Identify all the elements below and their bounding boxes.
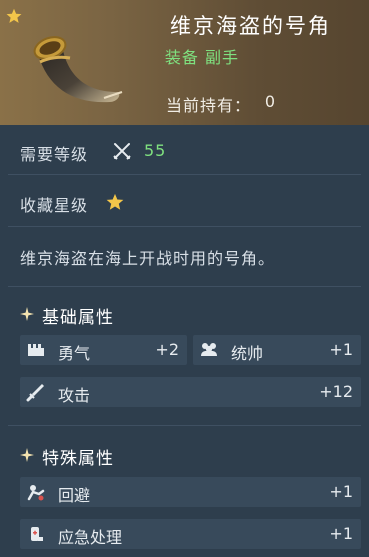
stat-dodge: 回避 +1 [20,477,361,507]
sparkle-icon [20,448,34,462]
required-level-label: 需要等级 [20,145,89,164]
item-type: 装备 副手 [164,48,239,67]
stat-attack: 攻击 +12 [20,377,361,407]
dodge-icon [27,485,45,501]
item-name: 维京海盗的号角 [170,14,331,38]
stat-name: 回避 [58,486,91,505]
courage-icon [28,344,44,356]
sparkle-icon [20,307,34,321]
special-attributes-title: 特殊属性 [42,449,114,469]
stat-name: 统帅 [231,344,264,363]
divider [8,174,361,175]
divider [8,425,361,426]
item-header: 维京海盗的号角 装备 副手 当前持有： 0 [0,0,369,125]
stat-name: 应急处理 [58,528,123,547]
stat-courage: 勇气 +2 [20,335,187,365]
basic-attributes-title: 基础属性 [42,308,114,328]
owned-count: 0 [264,92,275,111]
star-icon [106,193,124,210]
crossed-swords-icon [113,143,131,160]
required-level-value: 55 [144,141,167,160]
stat-value: +2 [155,340,179,359]
sword-icon [26,384,44,402]
owned-label: 当前持有： [165,96,251,115]
first-aid-icon [31,527,43,541]
leadership-icon [201,343,217,356]
stat-value: +1 [329,482,353,501]
stat-value: +1 [329,340,353,359]
horn-icon [33,36,123,103]
item-description: 维京海盗在海上开战时用的号角。 [20,249,276,268]
stat-name: 勇气 [58,344,91,363]
stat-leadership: 统帅 +1 [193,335,361,365]
stat-value: +1 [329,524,353,543]
stat-name: 攻击 [58,386,91,405]
collection-star-label: 收藏星级 [20,196,89,215]
stat-first-aid: 应急处理 +1 [20,519,361,549]
divider [8,286,361,287]
stat-value: +12 [319,382,353,401]
divider [8,226,361,227]
